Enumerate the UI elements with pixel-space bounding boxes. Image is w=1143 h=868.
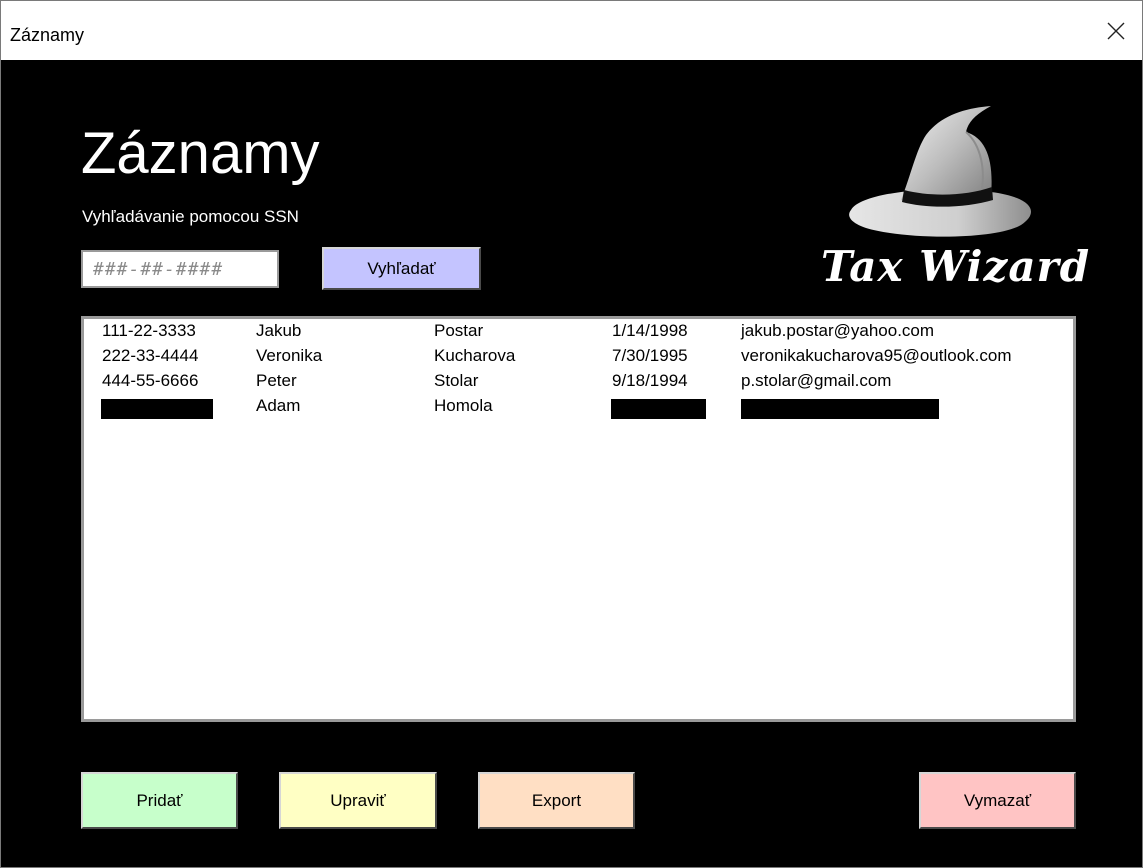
record-ssn: 222-33-4444 — [102, 346, 199, 365]
list-item[interactable]: Adam Homola — [84, 394, 1073, 419]
list-item[interactable]: 111-22-3333 Jakub Postar 1/14/1998 jakub… — [84, 319, 1073, 344]
record-last-name: Stolar — [434, 371, 479, 390]
search-label: Vyhľadávanie pomocou SSN — [82, 207, 299, 226]
export-button[interactable]: Export — [478, 772, 635, 829]
record-last-name: Postar — [434, 321, 484, 340]
delete-button[interactable]: Vymazať — [919, 772, 1076, 829]
record-dob: 9/18/1994 — [612, 371, 688, 390]
record-email: jakub.postar@yahoo.com — [741, 321, 935, 340]
record-first-name: Peter — [256, 371, 297, 390]
add-button[interactable]: Pridať — [81, 772, 238, 829]
title-bar: Záznamy — [1, 1, 1142, 60]
logo-text: Tax Wizard — [821, 242, 1091, 291]
records-list[interactable]: 111-22-3333 Jakub Postar 1/14/1998 jakub… — [81, 316, 1076, 722]
redacted-dob — [611, 399, 706, 419]
record-email: p.stolar@gmail.com — [741, 371, 892, 390]
record-dob: 7/30/1995 — [612, 346, 688, 365]
close-button[interactable] — [1098, 15, 1134, 51]
list-item[interactable]: 444-55-6666 Peter Stolar 9/18/1994 p.sto… — [84, 369, 1073, 394]
record-first-name: Veronika — [256, 346, 323, 365]
record-dob: 1/14/1998 — [612, 321, 688, 340]
record-ssn: 111-22-3333 — [102, 321, 196, 340]
redacted-ssn — [101, 399, 213, 419]
page-title: Záznamy — [81, 121, 320, 186]
record-last-name: Homola — [434, 396, 493, 415]
record-first-name: Jakub — [256, 321, 302, 340]
record-ssn: 444-55-6666 — [102, 371, 199, 390]
client-area: Záznamy Vyhľadávanie pomocou SSN Vyhľada… — [1, 60, 1142, 867]
record-first-name: Adam — [256, 396, 301, 415]
close-icon — [1106, 21, 1126, 46]
search-button[interactable]: Vyhľadať — [322, 247, 481, 290]
list-item[interactable]: 222-33-4444 Veronika Kucharova 7/30/1995… — [84, 344, 1073, 369]
record-last-name: Kucharova — [434, 346, 516, 365]
records-window: Záznamy Záznamy Vyhľadávanie pomocou SSN… — [0, 0, 1143, 868]
redacted-email — [741, 399, 939, 419]
record-email: veronikakucharova95@outlook.com — [741, 346, 1012, 365]
window-title: Záznamy — [10, 25, 85, 45]
edit-button[interactable]: Upraviť — [279, 772, 437, 829]
ssn-search-input[interactable] — [81, 250, 279, 288]
